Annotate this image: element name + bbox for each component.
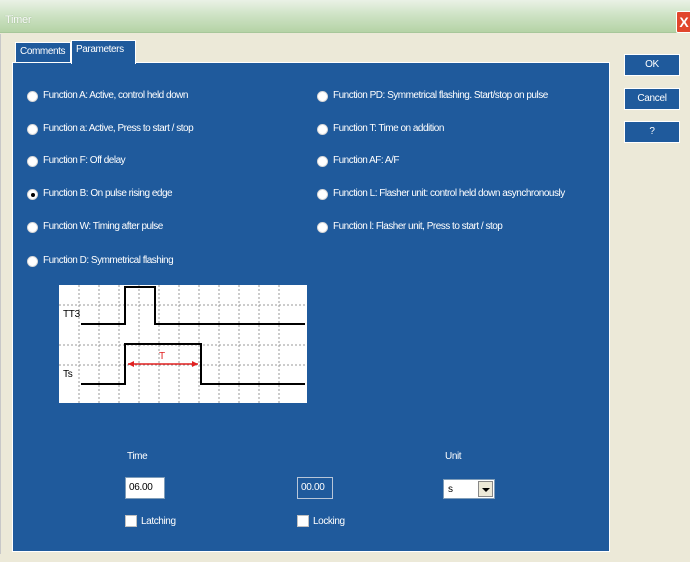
radio-icon[interactable] (317, 124, 328, 135)
radio-icon[interactable] (27, 156, 38, 167)
radio-icon[interactable] (317, 156, 328, 167)
window-title: Timer (5, 14, 32, 26)
parameters-panel: Function A: Active, control held down Fu… (12, 62, 610, 552)
radio-icon[interactable] (317, 222, 328, 233)
diagram-label-tt3: TT3 (63, 309, 80, 320)
close-icon[interactable]: X (676, 11, 690, 33)
arrow-left-head (128, 361, 134, 367)
time-secondary-input: 00.00 (297, 477, 333, 499)
unit-label: Unit (445, 451, 462, 462)
diagram-arrow-label: T (159, 351, 165, 362)
tab-parameters[interactable]: Parameters (71, 40, 136, 64)
option-label: Function D: Symmetrical flashing (43, 255, 174, 266)
arrow-right-head (192, 361, 198, 367)
ok-button[interactable]: OK (624, 54, 680, 76)
option-label: Function AF: A/F (333, 155, 399, 166)
latching-label: Latching (141, 516, 176, 527)
option-label: Function W: Timing after pulse (43, 221, 163, 232)
option-label: Function PD: Symmetrical flashing. Start… (333, 90, 548, 101)
unit-select-value: s (448, 484, 453, 495)
radio-icon[interactable] (27, 124, 38, 135)
radio-icon[interactable] (27, 222, 38, 233)
timing-diagram-graphic (59, 285, 307, 403)
option-label: Function A: Active, control held down (43, 90, 188, 101)
window-frame-left (0, 34, 7, 558)
option-label: Function B: On pulse rising edge (43, 188, 173, 199)
cancel-button[interactable]: Cancel (624, 88, 680, 110)
time-input[interactable]: 06.00 (125, 477, 165, 499)
option-label: Function L: Flasher unit: control held d… (333, 188, 565, 199)
checkbox-icon[interactable] (297, 515, 309, 527)
option-label: Function T: Time on addition (333, 123, 444, 134)
checkbox-icon[interactable] (125, 515, 137, 527)
title-bar[interactable]: Timer X (0, 0, 690, 33)
window-frame-bottom (0, 554, 690, 562)
time-label: Time (127, 451, 148, 462)
option-label: Function l: Flasher unit, Press to start… (333, 221, 503, 232)
radio-icon[interactable] (317, 189, 328, 200)
timing-diagram: TT3 Ts T (59, 285, 307, 403)
help-button[interactable]: ? (624, 121, 680, 143)
unit-select[interactable]: s (443, 479, 495, 499)
locking-label: Locking (313, 516, 345, 527)
radio-icon[interactable] (27, 256, 38, 267)
radio-icon[interactable] (27, 91, 38, 102)
option-label: Function a: Active, Press to start / sto… (43, 123, 194, 134)
radio-icon[interactable] (317, 91, 328, 102)
timer-dialog: Timer X Comments Parameters Function A: … (0, 0, 690, 562)
radio-selected-icon[interactable] (27, 189, 38, 200)
chevron-down-icon[interactable] (478, 481, 493, 497)
tab-comments[interactable]: Comments (15, 42, 71, 62)
diagram-label-ts: Ts (63, 369, 73, 380)
option-label: Function F: Off delay (43, 155, 126, 166)
